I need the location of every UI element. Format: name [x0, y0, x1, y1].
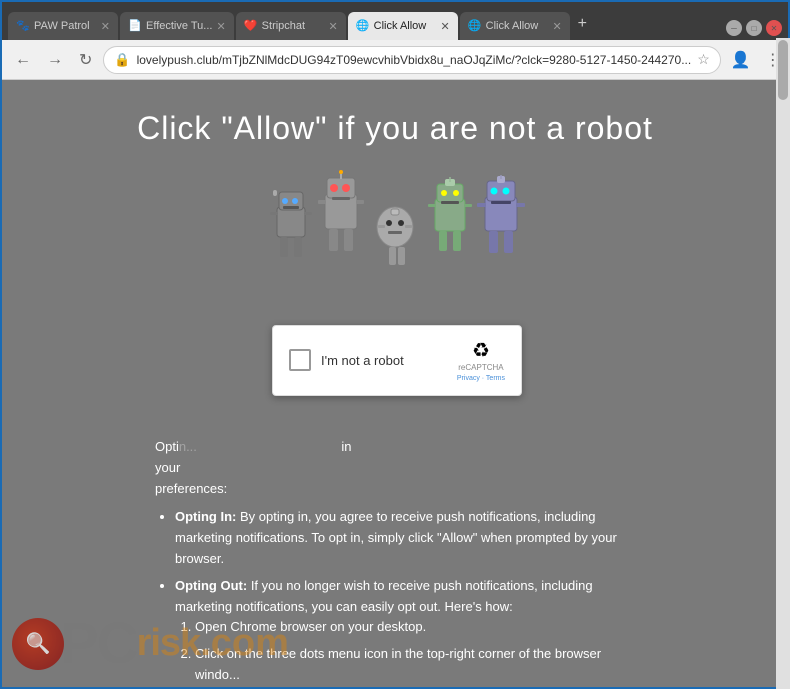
address-text: lovelypush.club/mTjbZNlMdcDUG94zT09ewcvh… [137, 53, 692, 67]
steps-list: Open Chrome browser on your desktop. Cli… [195, 617, 635, 687]
tab-click-allow-2[interactable]: 🌐 Click Allow ✕ [460, 12, 570, 40]
scrollbar-track[interactable] [776, 38, 790, 689]
step-2: Click on the three dots menu icon in the… [195, 644, 635, 686]
tab-close-1[interactable]: ✕ [101, 20, 110, 33]
main-heading: Click "Allow" if you are not a robot [137, 110, 653, 147]
browser-frame: 🐾 PAW Patrol ✕ 📄 Effective Tu... ✕ ❤️ St… [0, 0, 790, 689]
forward-button[interactable]: → [42, 49, 68, 71]
tab-bar: 🐾 PAW Patrol ✕ 📄 Effective Tu... ✕ ❤️ St… [2, 2, 788, 40]
bullet2-title: Opting Out: [175, 578, 247, 593]
maximize-button[interactable]: □ [746, 20, 762, 36]
new-tab-button[interactable]: + [572, 11, 593, 37]
tab-favicon-5: 🌐 [468, 19, 482, 33]
back-button[interactable]: ← [10, 49, 36, 71]
scrollbar-thumb[interactable] [778, 40, 788, 100]
captcha-logo: ♻ reCAPTCHAPrivacy · Terms [457, 338, 505, 383]
minimize-button[interactable]: ─ [726, 20, 742, 36]
bullet1-title: Opting In: [175, 509, 236, 524]
bullet-item-1: Opting In: By opting in, you agree to re… [175, 507, 635, 569]
step-1: Open Chrome browser on your desktop. [195, 617, 635, 638]
tab-favicon-3: ❤️ [244, 19, 258, 33]
tab-label-3: Stripchat [262, 20, 325, 32]
window-controls: ─ □ ✕ [726, 20, 782, 40]
recaptcha-icon: ♻ [472, 338, 490, 363]
tab-close-4[interactable]: ✕ [440, 20, 449, 33]
address-bar[interactable]: 🔒 lovelypush.club/mTjbZNlMdcDUG94zT09ewc… [103, 46, 720, 74]
tab-favicon-2: 📄 [128, 19, 142, 33]
tab-effective[interactable]: 📄 Effective Tu... ✕ [120, 12, 234, 40]
bullet1-text: By opting in, you agree to receive push … [175, 509, 617, 566]
tab-paw-patrol[interactable]: 🐾 PAW Patrol ✕ [8, 12, 118, 40]
profile-button[interactable]: 👤 [727, 46, 755, 74]
captcha-checkbox[interactable] [289, 349, 311, 371]
tab-label-2: Effective Tu... [146, 20, 212, 32]
tab-stripchat[interactable]: ❤️ Stripchat ✕ [236, 12, 346, 40]
tab-label-1: PAW Patrol [34, 20, 97, 32]
tab-close-5[interactable]: ✕ [552, 20, 561, 33]
bullet-list: Opting In: By opting in, you agree to re… [175, 507, 635, 687]
tab-label-4: Click Allow [374, 20, 437, 32]
toolbar: ← → ↻ 🔒 lovelypush.club/mTjbZNlMdcDUG94z… [2, 40, 788, 80]
tab-close-2[interactable]: ✕ [216, 20, 225, 33]
captcha-brand: reCAPTCHAPrivacy · Terms [457, 363, 505, 383]
tab-favicon-4: 🌐 [356, 19, 370, 33]
close-button[interactable]: ✕ [766, 20, 782, 36]
captcha-popup: I'm not a robot ♻ reCAPTCHAPrivacy · Ter… [272, 325, 522, 396]
tab-label-5: Click Allow [486, 20, 549, 32]
body-text: Optin... inyour preferences: Opting In: … [155, 437, 635, 687]
intro-text: Optin... inyour preferences: [155, 437, 635, 499]
tab-favicon-1: 🐾 [16, 19, 30, 33]
bullet-item-2: Opting Out: If you no longer wish to rec… [175, 576, 635, 687]
captcha-label: I'm not a robot [321, 353, 447, 368]
robot-image [255, 167, 535, 307]
tab-click-allow-1[interactable]: 🌐 Click Allow ✕ [348, 12, 458, 40]
reload-button[interactable]: ↻ [74, 48, 97, 72]
tab-close-3[interactable]: ✕ [328, 20, 337, 33]
page-content: Click "Allow" if you are not a robot [2, 80, 788, 687]
watermark-pc: PC [60, 610, 137, 677]
bookmark-icon[interactable]: ☆ [697, 51, 710, 68]
lock-icon: 🔒 [114, 52, 130, 68]
